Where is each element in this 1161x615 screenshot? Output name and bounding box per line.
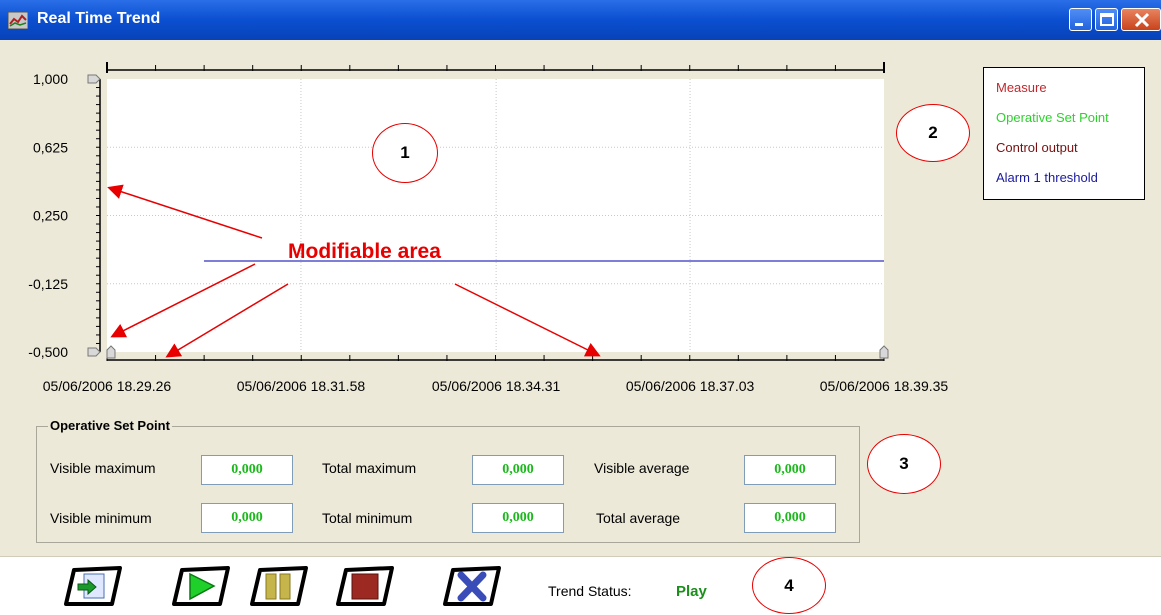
x-tick-label: 05/06/2006 18.29.26 [43, 378, 172, 394]
y-tick-label: 1,000 [33, 71, 68, 87]
pause-icon [250, 566, 308, 606]
minimize-button[interactable] [1069, 8, 1092, 31]
total-minimum-label: Total minimum [322, 510, 413, 526]
play-icon [172, 566, 230, 606]
minimize-icon [1075, 23, 1083, 26]
visible-minimum-field[interactable]: 0,000 [201, 503, 293, 533]
operative-set-point-group [36, 426, 860, 543]
trend-chart[interactable]: 1,000 0,625 0,250 -0,125 -0,500 05/06/2006 18… [0, 40, 980, 410]
real-time-trend-window: Real Time Trend 1,000 0,625 0,250 -0,125 -0,… [0, 0, 1161, 615]
y-tick-label: -0,500 [28, 344, 68, 360]
legend-item-measure: Measure [996, 80, 1047, 95]
marker-4: 4 [752, 557, 826, 614]
visible-maximum-label: Visible maximum [50, 460, 156, 476]
close-button[interactable] [1121, 8, 1161, 31]
x-tick-label: 05/06/2006 18.34.31 [432, 378, 561, 394]
delete-button[interactable] [443, 566, 501, 606]
x-tick-label: 05/06/2006 18.39.35 [820, 378, 949, 394]
stop-button[interactable] [336, 566, 394, 606]
legend-item-alarm-1-threshold: Alarm 1 threshold [996, 170, 1098, 185]
total-average-field[interactable]: 0,000 [744, 503, 836, 533]
app-icon [7, 11, 29, 30]
stats-group-title: Operative Set Point [48, 418, 172, 433]
pause-button[interactable] [250, 566, 308, 606]
marker-1: 1 [372, 123, 438, 183]
legend-item-control-output: Control output [996, 140, 1078, 155]
visible-average-label: Visible average [594, 460, 690, 476]
y-tick-label: 0,625 [33, 139, 68, 155]
y-axis-max-handle[interactable] [87, 74, 101, 84]
trend-status-label: Trend Status: [548, 583, 632, 599]
maximize-icon [1100, 13, 1114, 26]
play-button[interactable] [172, 566, 230, 606]
total-average-label: Total average [596, 510, 681, 526]
marker-2: 2 [896, 104, 970, 162]
y-tick-label: -0,125 [28, 276, 68, 292]
window-title: Real Time Trend [37, 10, 161, 27]
marker-3: 3 [867, 434, 941, 494]
delete-icon [443, 566, 501, 606]
export-icon [64, 566, 122, 606]
y-tick-label: 0,250 [33, 208, 68, 224]
y-axis-min-handle[interactable] [87, 347, 101, 357]
title-bar[interactable]: Real Time Trend [0, 0, 1161, 40]
chart-legend: Measure Operative Set Point Control outp… [983, 67, 1145, 200]
export-button[interactable] [64, 566, 122, 606]
visible-minimum-label: Visible minimum [50, 510, 152, 526]
modifiable-area-annotation: Modifiable area [288, 240, 441, 263]
x-tick-label: 05/06/2006 18.31.58 [237, 378, 366, 394]
close-icon [1134, 12, 1150, 28]
x-tick-label: 05/06/2006 18.37.03 [626, 378, 755, 394]
visible-maximum-field[interactable]: 0,000 [201, 455, 293, 485]
stop-icon [336, 566, 394, 606]
total-maximum-field[interactable]: 0,000 [472, 455, 564, 485]
total-minimum-field[interactable]: 0,000 [472, 503, 564, 533]
total-maximum-label: Total maximum [322, 460, 417, 476]
legend-item-operative-set-point: Operative Set Point [996, 110, 1109, 125]
trend-status-value: Play [676, 583, 707, 600]
maximize-button[interactable] [1095, 8, 1118, 31]
visible-average-field[interactable]: 0,000 [744, 455, 836, 485]
